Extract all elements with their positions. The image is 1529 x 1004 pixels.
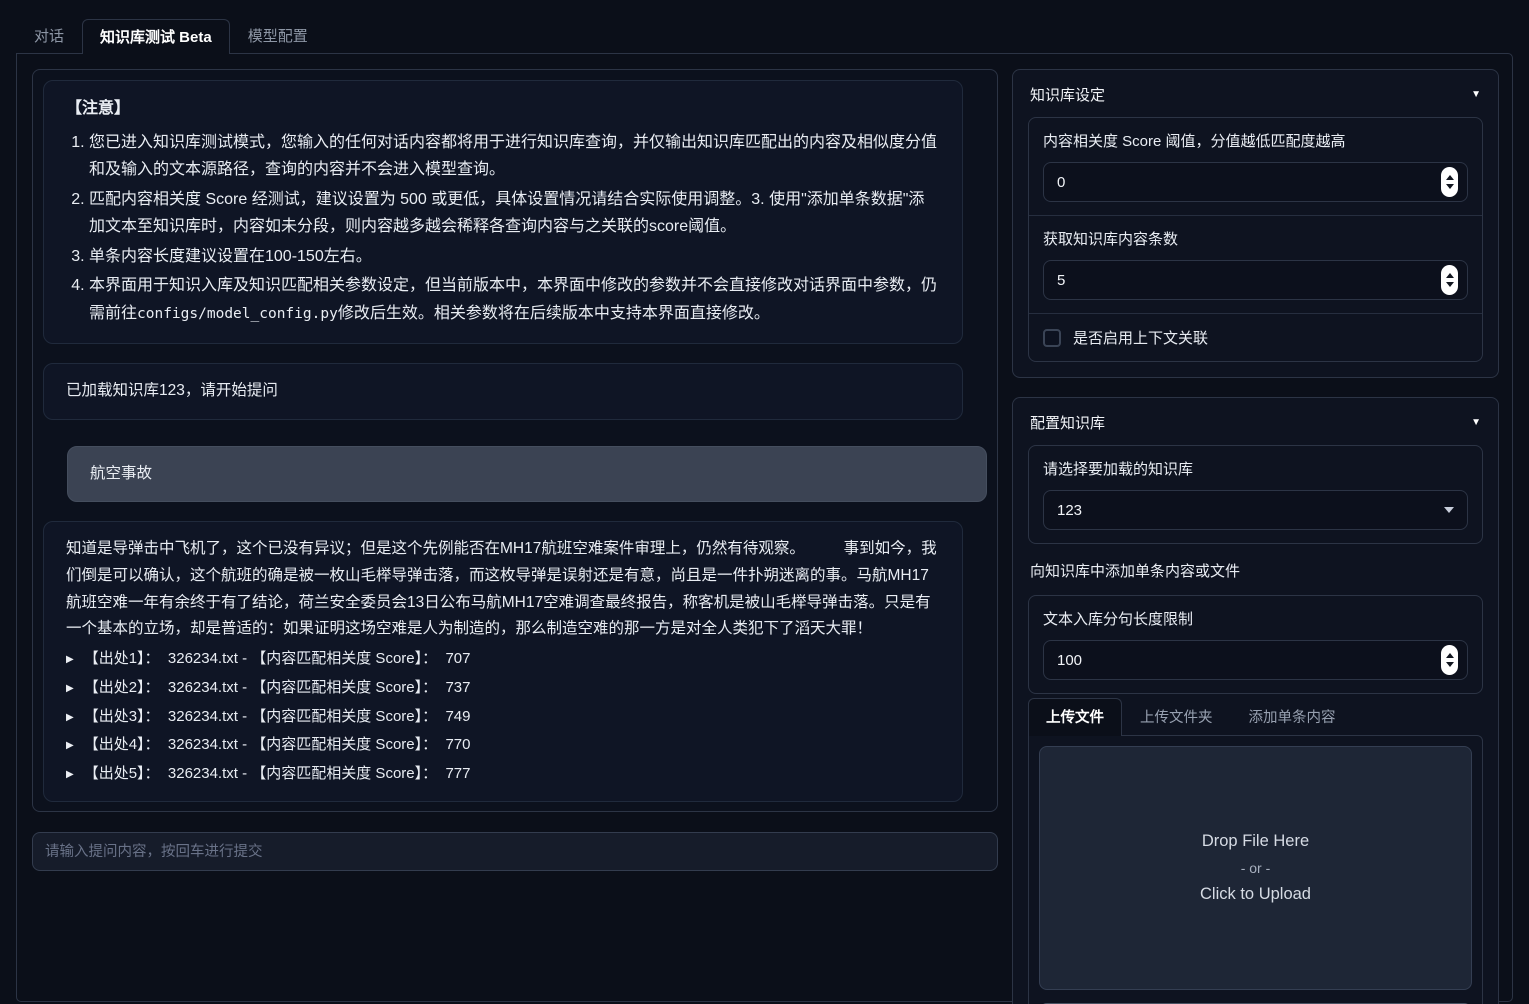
kb-select-label: 请选择要加载的知识库 — [1043, 458, 1468, 479]
collapse-arrow-icon[interactable]: ▶ — [66, 737, 74, 754]
tab-model-config[interactable]: 模型配置 — [230, 18, 326, 53]
sentence-length-label: 文本入库分句长度限制 — [1043, 608, 1468, 629]
topk-input[interactable] — [1043, 260, 1468, 300]
chat-input-row — [32, 832, 998, 871]
score-threshold-row: 内容相关度 Score 阈值，分值越低匹配度越高 — [1029, 118, 1482, 215]
dropzone-line2: - or - — [1241, 860, 1271, 876]
source-row[interactable]: ▶ 【出处5】： 326234.txt - 【内容匹配相关度 Score】： 7… — [66, 761, 940, 787]
source-row[interactable]: ▶ 【出处2】： 326234.txt - 【内容匹配相关度 Score】： 7… — [66, 675, 940, 701]
dropzone-line1: Drop File Here — [1202, 832, 1309, 851]
notice-item: 匹配内容相关度 Score 经测试，建议设置为 500 或更低，具体设置情况请结… — [89, 186, 940, 241]
collapse-arrow-icon[interactable]: ▶ — [66, 709, 74, 726]
stepper-up-icon[interactable] — [1446, 653, 1454, 658]
kb-select-form: 请选择要加载的知识库 — [1028, 445, 1483, 544]
context-link-label: 是否启用上下文关联 — [1073, 327, 1208, 348]
number-stepper[interactable] — [1441, 167, 1458, 197]
collapse-arrow-icon[interactable]: ▶ — [66, 651, 74, 668]
bot-message: 已加载知识库123，请开始提问 — [43, 363, 963, 420]
source-text: 【出处4】： 326234.txt - 【内容匹配相关度 Score】： 770 — [84, 732, 471, 758]
stepper-down-icon[interactable] — [1446, 662, 1454, 667]
add-content-note: 向知识库中添加单条内容或文件 — [1028, 544, 1483, 595]
main-tab-bar: 对话 知识库测试 Beta 模型配置 — [0, 0, 1529, 53]
source-row[interactable]: ▶ 【出处3】： 326234.txt - 【内容匹配相关度 Score】： 7… — [66, 704, 940, 730]
sentence-length-input[interactable] — [1043, 640, 1468, 680]
kb-config-accordion: 配置知识库 ▼ 请选择要加载的知识库 向知识库中添加单条内容或文件 文本入库分句… — [1012, 397, 1499, 1004]
stepper-down-icon[interactable] — [1446, 184, 1454, 189]
collapse-arrow-icon[interactable]: ▶ — [66, 766, 74, 783]
accordion-open-icon: ▼ — [1471, 417, 1481, 428]
notice-title: 【注意】 — [66, 95, 940, 123]
kb-config-title: 配置知识库 — [1030, 412, 1105, 433]
source-row[interactable]: ▶ 【出处1】： 326234.txt - 【内容匹配相关度 Score】： 7… — [66, 646, 940, 672]
notice-list: 您已进入知识库测试模式，您输入的任何对话内容都将用于进行知识库查询，并仅输出知识… — [66, 129, 940, 328]
notice-item-text: 修改后生效。相关参数将在后续版本中支持本界面直接修改。 — [338, 305, 770, 322]
source-text: 【出处3】： 326234.txt - 【内容匹配相关度 Score】： 749 — [84, 704, 471, 730]
sentence-length-row: 文本入库分句长度限制 — [1029, 596, 1482, 693]
file-dropzone[interactable]: Drop File Here - or - Click to Upload — [1039, 746, 1472, 990]
stepper-down-icon[interactable] — [1446, 282, 1454, 287]
bot-message-text: 已加载知识库123，请开始提问 — [66, 382, 278, 399]
notice-item: 本界面用于知识入库及知识匹配相关参数设定，但当前版本中，本界面中修改的参数并不会… — [89, 272, 940, 327]
tab-add-single-content[interactable]: 添加单条内容 — [1231, 698, 1354, 735]
kb-test-tab-panel: 【注意】 您已进入知识库测试模式，您输入的任何对话内容都将用于进行知识库查询，并… — [16, 53, 1513, 1002]
tab-kb-test[interactable]: 知识库测试 Beta — [82, 19, 230, 54]
notice-item: 单条内容长度建议设置在100-150左右。 — [89, 243, 940, 271]
settings-column: 知识库设定 ▼ 内容相关度 Score 阈值，分值越低匹配度越高 获取知识库内容 — [1012, 69, 1499, 986]
topk-label: 获取知识库内容条数 — [1043, 228, 1468, 249]
context-link-checkbox[interactable] — [1043, 329, 1061, 347]
kb-settings-accordion: 知识库设定 ▼ 内容相关度 Score 阈值，分值越低匹配度越高 获取知识库内容 — [1012, 69, 1499, 378]
stepper-up-icon[interactable] — [1446, 273, 1454, 278]
bot-answer-message: 知道是导弹击中飞机了，这个已没有异议；但是这个先例能否在MH17航班空难案件审理… — [43, 521, 963, 802]
user-message-text: 航空事故 — [90, 465, 152, 482]
chat-column: 【注意】 您已进入知识库测试模式，您输入的任何对话内容都将用于进行知识库查询，并… — [32, 69, 998, 986]
upload-tab-bar: 上传文件 上传文件夹 添加单条内容 — [1028, 698, 1483, 735]
topk-row: 获取知识库内容条数 — [1029, 215, 1482, 313]
source-text: 【出处5】： 326234.txt - 【内容匹配相关度 Score】： 777 — [84, 761, 471, 787]
collapse-arrow-icon[interactable]: ▶ — [66, 680, 74, 697]
kb-select-row: 请选择要加载的知识库 — [1029, 446, 1482, 543]
context-link-checkbox-row[interactable]: 是否启用上下文关联 — [1029, 313, 1482, 361]
question-input[interactable] — [32, 832, 998, 871]
kb-settings-accordion-header[interactable]: 知识库设定 ▼ — [1028, 82, 1483, 117]
kb-config-accordion-header[interactable]: 配置知识库 ▼ — [1028, 410, 1483, 445]
score-threshold-input[interactable] — [1043, 162, 1468, 202]
score-threshold-label: 内容相关度 Score 阈值，分值越低匹配度越高 — [1043, 130, 1468, 151]
config-file-path: configs/model_config.py — [137, 306, 338, 322]
tab-upload-folder[interactable]: 上传文件夹 — [1122, 698, 1231, 735]
chatbot-area: 【注意】 您已进入知识库测试模式，您输入的任何对话内容都将用于进行知识库查询，并… — [32, 69, 998, 812]
kb-settings-title: 知识库设定 — [1030, 84, 1105, 105]
caret-down-icon[interactable] — [1444, 507, 1454, 513]
notice-message: 【注意】 您已进入知识库测试模式，您输入的任何对话内容都将用于进行知识库查询，并… — [43, 80, 963, 344]
upload-file-panel: Drop File Here - or - Click to Upload 上传… — [1028, 735, 1483, 1004]
notice-item: 您已进入知识库测试模式，您输入的任何对话内容都将用于进行知识库查询，并仅输出知识… — [89, 129, 940, 184]
accordion-open-icon: ▼ — [1471, 89, 1481, 100]
kb-settings-form: 内容相关度 Score 阈值，分值越低匹配度越高 获取知识库内容条数 — [1028, 117, 1483, 362]
tab-upload-file[interactable]: 上传文件 — [1028, 698, 1122, 736]
bot-answer-text: 知道是导弹击中飞机了，这个已没有异议；但是这个先例能否在MH17航班空难案件审理… — [66, 536, 940, 643]
number-stepper[interactable] — [1441, 265, 1458, 295]
source-row[interactable]: ▶ 【出处4】： 326234.txt - 【内容匹配相关度 Score】： 7… — [66, 732, 940, 758]
user-message: 航空事故 — [67, 446, 987, 503]
sentence-length-form: 文本入库分句长度限制 — [1028, 595, 1483, 694]
dropzone-line3: Click to Upload — [1200, 885, 1311, 904]
source-text: 【出处2】： 326234.txt - 【内容匹配相关度 Score】： 737 — [84, 675, 471, 701]
tab-chat[interactable]: 对话 — [16, 18, 82, 53]
number-stepper[interactable] — [1441, 645, 1458, 675]
stepper-up-icon[interactable] — [1446, 175, 1454, 180]
kb-select-dropdown[interactable] — [1043, 490, 1468, 530]
source-text: 【出处1】： 326234.txt - 【内容匹配相关度 Score】： 707 — [84, 646, 471, 672]
